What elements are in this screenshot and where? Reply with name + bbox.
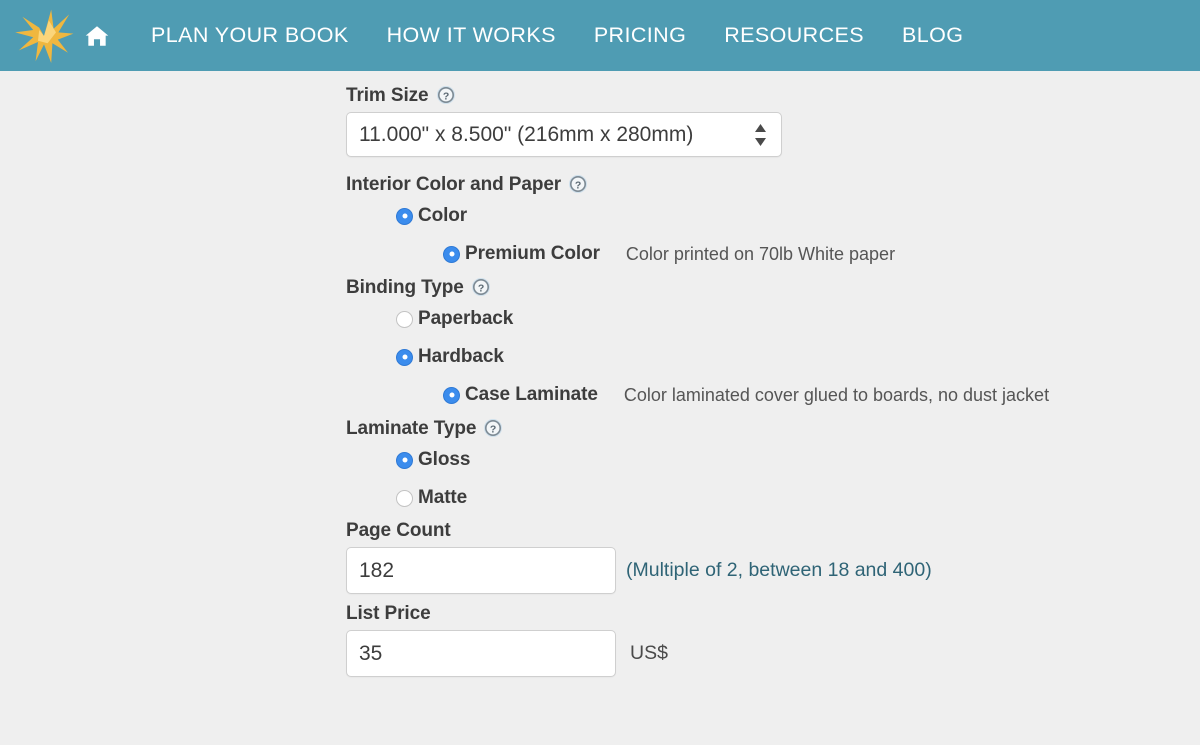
radio-row-matte[interactable]: Matte <box>396 483 1200 513</box>
nav-links: PLAN YOUR BOOK HOW IT WORKS PRICING RESO… <box>132 23 982 48</box>
radio-row-hardback[interactable]: Hardback <box>396 342 1200 372</box>
radio-hardback[interactable] <box>396 348 413 366</box>
binding-type-label: Binding Type <box>346 276 464 298</box>
radio-label-case-laminate[interactable]: Case Laminate <box>465 384 598 406</box>
radio-label-gloss[interactable]: Gloss <box>418 449 470 471</box>
radio-label-matte[interactable]: Matte <box>418 487 467 509</box>
trim-size-group: Trim Size ? 11.000" x 8.500" (216mm x 28… <box>346 85 1200 157</box>
radio-row-case-laminate[interactable]: Case Laminate Color laminated cover glue… <box>443 380 1200 410</box>
nav-link-how-it-works[interactable]: HOW IT WORKS <box>368 23 575 48</box>
radio-color[interactable] <box>396 207 413 225</box>
list-price-label-row: List Price <box>346 604 1200 623</box>
nav-link-resources[interactable]: RESOURCES <box>705 23 883 48</box>
interior-color-label: Interior Color and Paper <box>346 173 562 195</box>
trim-size-selected-value: 11.000" x 8.500" (216mm x 280mm) <box>359 122 694 146</box>
interior-color-help-icon[interactable]: ? <box>568 174 588 194</box>
page-count-label-row: Page Count <box>346 521 1200 540</box>
list-price-group: List Price US$ <box>346 604 1200 677</box>
binding-type-help-icon[interactable]: ? <box>471 277 491 297</box>
starburst-logo[interactable] <box>14 5 74 67</box>
radio-desc-premium-color: Color printed on 70lb White paper <box>625 243 896 264</box>
radio-label-hardback[interactable]: Hardback <box>418 346 504 368</box>
page-count-hint: (Multiple of 2, between 18 and 400) <box>626 559 932 581</box>
nav-link-pricing[interactable]: PRICING <box>575 23 705 48</box>
radio-label-paperback[interactable]: Paperback <box>418 308 513 330</box>
radio-desc-case-laminate: Color laminated cover glued to boards, n… <box>623 384 1050 405</box>
home-icon[interactable] <box>84 23 110 49</box>
laminate-type-help-icon[interactable]: ? <box>483 418 503 438</box>
trim-size-label-row: Trim Size ? <box>346 85 1200 105</box>
laminate-type-group: Laminate Type ? Gloss Matte <box>346 418 1200 513</box>
list-price-currency: US$ <box>630 642 668 664</box>
radio-label-premium-color[interactable]: Premium Color <box>465 243 600 265</box>
svg-text:?: ? <box>490 423 496 435</box>
radio-gloss[interactable] <box>396 451 413 469</box>
laminate-type-label: Laminate Type <box>346 417 477 439</box>
binding-type-label-row: Binding Type ? <box>346 277 1200 297</box>
list-price-input[interactable] <box>346 630 616 677</box>
radio-matte[interactable] <box>396 489 413 507</box>
svg-text:?: ? <box>478 282 484 294</box>
radio-row-color[interactable]: Color <box>396 201 1200 231</box>
page-count-row: (Multiple of 2, between 18 and 400) <box>346 547 1200 594</box>
radio-label-color[interactable]: Color <box>418 205 467 227</box>
radio-row-premium-color[interactable]: Premium Color Color printed on 70lb Whit… <box>443 239 1200 269</box>
laminate-type-label-row: Laminate Type ? <box>346 418 1200 438</box>
nav-link-blog[interactable]: BLOG <box>883 23 982 48</box>
book-options-form: Trim Size ? 11.000" x 8.500" (216mm x 28… <box>0 71 1200 677</box>
radio-case-laminate[interactable] <box>443 386 460 404</box>
page-count-label: Page Count <box>346 520 451 541</box>
svg-text:?: ? <box>442 90 448 102</box>
radio-row-paperback[interactable]: Paperback <box>396 304 1200 334</box>
top-navigation-bar: PLAN YOUR BOOK HOW IT WORKS PRICING RESO… <box>0 0 1200 71</box>
radio-row-gloss[interactable]: Gloss <box>396 445 1200 475</box>
radio-paperback[interactable] <box>396 310 413 328</box>
svg-text:?: ? <box>575 179 581 191</box>
radio-premium-color[interactable] <box>443 245 460 263</box>
interior-color-group: Interior Color and Paper ? Color Premium… <box>346 174 1200 269</box>
binding-type-group: Binding Type ? Paperback Hardback Case L… <box>346 277 1200 410</box>
page-count-input[interactable] <box>346 547 616 594</box>
select-stepper-icon[interactable] <box>754 121 767 149</box>
interior-color-label-row: Interior Color and Paper ? <box>346 174 1200 194</box>
trim-size-help-icon[interactable]: ? <box>436 85 456 105</box>
page-count-group: Page Count (Multiple of 2, between 18 an… <box>346 521 1200 594</box>
list-price-row: US$ <box>346 630 1200 677</box>
list-price-label: List Price <box>346 603 431 624</box>
trim-size-label: Trim Size <box>346 84 429 106</box>
nav-link-plan-your-book[interactable]: PLAN YOUR BOOK <box>132 23 368 48</box>
trim-size-select[interactable]: 11.000" x 8.500" (216mm x 280mm) <box>346 112 782 157</box>
